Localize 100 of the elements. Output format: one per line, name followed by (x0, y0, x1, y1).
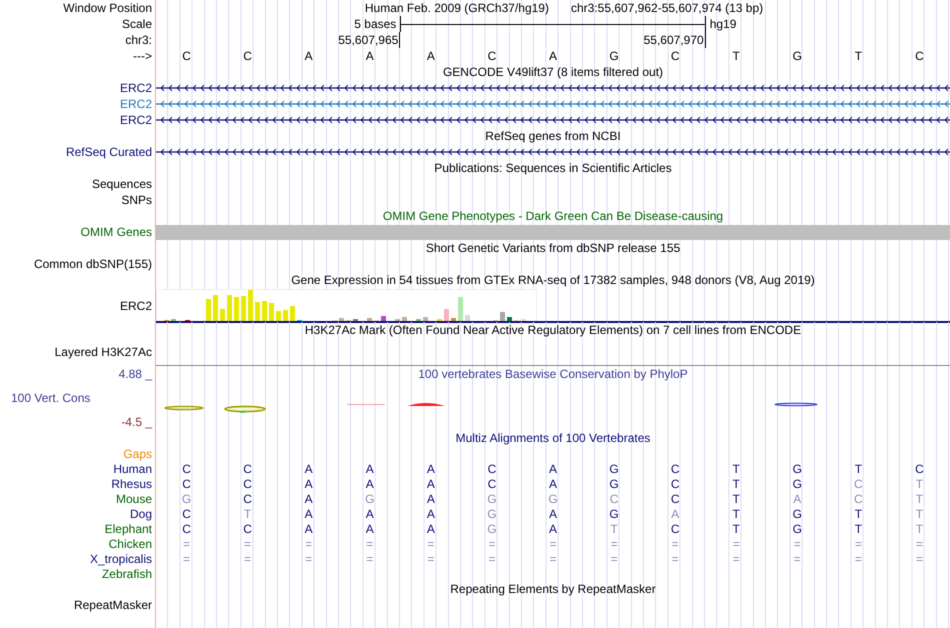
aligned-base: A (304, 492, 313, 506)
reference-base: C (670, 49, 680, 63)
track-title: H3K27Ac Mark (Often Found Near Active Regulatory Elements) on 7 cell lines from ENCODE (304, 323, 802, 337)
aligned-base: A (548, 476, 557, 490)
aligned-base: = (427, 536, 434, 550)
aligned-base: C (488, 462, 496, 476)
aligned-base: = (854, 552, 862, 566)
aligned-base: = (488, 552, 496, 566)
aligned-base: = (366, 536, 374, 550)
aligned-base: G (487, 506, 497, 520)
aligned-base: G (609, 476, 619, 490)
aligned-base: A (304, 476, 313, 490)
aligned-base: = (854, 536, 862, 550)
aligned-base: G (487, 492, 497, 506)
aligned-base: A (548, 462, 557, 476)
reference-base: G (609, 49, 619, 63)
aligned-base: G (609, 506, 619, 520)
aligned-base: A (304, 506, 313, 520)
track-label: OMIM Genes (80, 225, 152, 239)
aligned-base: = (244, 536, 252, 550)
strand-label: ---> (133, 49, 152, 63)
aligned-base: = (916, 536, 923, 550)
position-text: chr3:55,607,962-55,607,974 (13 bp) (570, 1, 764, 15)
track-title: 100 vertebrates Basewise Conservation by PhyloP (418, 367, 688, 381)
aligned-base: T (244, 506, 252, 520)
gene-label: ERC2 (120, 97, 152, 111)
aligned-base: T (916, 506, 924, 520)
track-label: Dog (130, 506, 152, 520)
aligned-base: = (427, 552, 434, 566)
track-label: Common dbSNP(155) (34, 257, 152, 271)
aligned-base: A (426, 492, 435, 506)
aligned-base: = (305, 536, 312, 550)
track-title: RefSeq genes from NCBI (485, 129, 621, 143)
aligned-base: = (610, 552, 618, 566)
track-title: Publications: Sequences in Scientific Articles (434, 161, 672, 175)
track-label: 100 Vert. Cons (10, 391, 90, 405)
aligned-base: T (854, 522, 862, 536)
aligned-base: C (610, 492, 618, 506)
track-title: GENCODE V49lift37 (8 items filtered out) (442, 65, 664, 79)
aligned-base: A (366, 462, 374, 476)
gene-label: ERC2 (120, 81, 152, 95)
aligned-base: = (794, 536, 801, 550)
aligned-base: C (670, 492, 680, 506)
row-label: chr3: (125, 33, 152, 47)
aligned-base: = (672, 536, 679, 550)
aligned-base: T (732, 506, 740, 520)
aligned-base: A (548, 506, 557, 520)
aligned-base: A (366, 476, 374, 490)
aligned-base: A (304, 522, 313, 536)
aligned-base: = (183, 552, 190, 566)
aligned-base: C (182, 522, 191, 536)
aligned-base: = (244, 552, 252, 566)
aligned-base: = (488, 536, 496, 550)
aligned-base: C (243, 462, 252, 476)
aligned-base: C (243, 492, 252, 506)
aligned-base: = (610, 536, 618, 550)
aligned-base: T (610, 522, 618, 536)
aligned-base: T (732, 492, 740, 506)
gene-label: ERC2 (120, 113, 152, 127)
aligned-base: G (487, 522, 497, 536)
aligned-base: C (670, 476, 680, 490)
aligned-base: A (426, 506, 435, 520)
aligned-base: = (305, 552, 312, 566)
reference-base: C (243, 49, 252, 63)
aligned-base: = (183, 536, 190, 550)
aligned-base: = (549, 536, 556, 550)
aligned-base: A (426, 522, 435, 536)
gene-label: RefSeq Curated (66, 145, 152, 159)
aligned-base: T (854, 462, 862, 476)
aligned-base: T (916, 492, 924, 506)
track-label: Rhesus (111, 476, 152, 490)
aligned-base: T (732, 522, 740, 536)
aligned-base: = (549, 552, 556, 566)
coordinate-label: 55,607,965 (338, 32, 400, 48)
track-label: ERC2 (120, 298, 152, 312)
aligned-base: C (670, 522, 680, 536)
aligned-base: A (366, 522, 374, 536)
track-title: Short Genetic Variants from dbSNP release 155 (426, 241, 680, 255)
track-label: SNPs (121, 193, 152, 207)
reference-base: T (732, 49, 740, 63)
assembly-title: Human Feb. 2009 (GRCh37/hg19) (364, 1, 549, 15)
aligned-base: A (793, 492, 802, 506)
aligned-base: G (792, 506, 802, 520)
track-label: Human (113, 462, 152, 476)
track-label: Gaps (123, 446, 152, 460)
reference-base: A (548, 49, 557, 63)
track-title: Multiz Alignments of 100 Vertebrates (456, 431, 650, 445)
track-label: X_tropicalis (90, 552, 152, 566)
aligned-base: G (609, 462, 619, 476)
reference-base: C (915, 49, 924, 63)
aligned-base: C (488, 476, 496, 490)
aligned-base: A (426, 476, 435, 490)
aligned-base: G (792, 476, 802, 490)
aligned-base: T (732, 462, 740, 476)
scale-length: 5 bases (353, 17, 398, 31)
aligned-base: C (182, 462, 191, 476)
aligned-base: G (548, 492, 558, 506)
track-title: Gene Expression in 54 tissues from GTEx RNA-seq of 17382 samples, 948 donors (V8, Aug 2019) (291, 273, 815, 287)
track-title: OMIM Gene Phenotypes - Dark Green Can Be Disease-causing (382, 209, 724, 223)
aligned-base: = (794, 552, 801, 566)
